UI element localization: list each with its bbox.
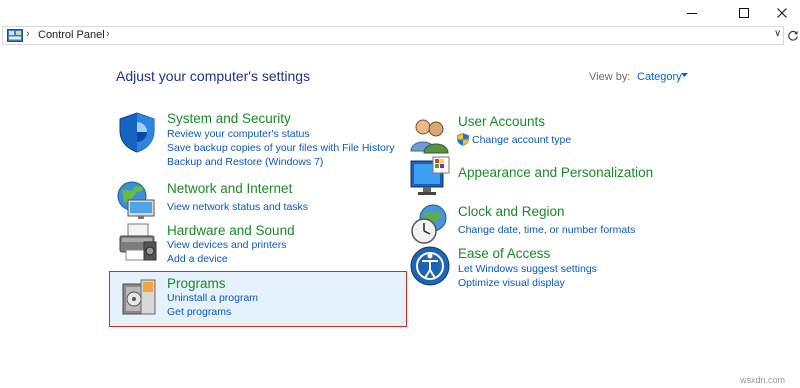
category-system-and-security[interactable]: System and Security [167, 111, 291, 126]
breadcrumb-separator-icon[interactable]: › [26, 28, 30, 40]
maximize-icon [739, 8, 749, 18]
printer-icon[interactable] [116, 222, 158, 264]
link-optimize-visual-display[interactable]: Optimize visual display [458, 277, 565, 289]
view-by-dropdown[interactable]: Category [637, 71, 682, 83]
window-titlebar [0, 0, 800, 26]
link-uninstall-program[interactable]: Uninstall a program [167, 292, 258, 304]
category-appearance-and-personalization[interactable]: Appearance and Personalization [458, 165, 653, 180]
link-add-device[interactable]: Add a device [167, 253, 228, 265]
link-change-date-formats[interactable]: Change date, time, or number formats [458, 224, 635, 236]
breadcrumb-control-panel[interactable]: Control Panel [38, 29, 105, 41]
watermark-text: wsxdn.com [740, 375, 786, 385]
address-bar[interactable]: › Control Panel › ∨ [2, 26, 784, 45]
maximize-button[interactable] [726, 0, 762, 26]
minimize-icon [687, 13, 697, 14]
network-globe-icon[interactable] [116, 178, 158, 220]
category-ease-of-access[interactable]: Ease of Access [458, 246, 550, 261]
link-backup-restore[interactable]: Backup and Restore (Windows 7) [167, 156, 323, 168]
programs-icon[interactable] [117, 276, 159, 318]
minimize-button[interactable] [674, 0, 710, 26]
category-hardware-and-sound[interactable]: Hardware and Sound [167, 223, 295, 238]
ease-of-access-icon[interactable] [409, 245, 451, 287]
breadcrumb-separator-icon[interactable]: › [106, 28, 110, 40]
control-panel-icon [7, 29, 23, 42]
refresh-button[interactable] [785, 27, 800, 44]
refresh-icon [787, 30, 798, 41]
link-get-programs[interactable]: Get programs [167, 306, 231, 318]
page-title: Adjust your computer's settings [116, 68, 311, 84]
user-accounts-icon[interactable] [409, 113, 451, 155]
appearance-monitor-icon[interactable] [409, 155, 451, 197]
category-clock-and-region[interactable]: Clock and Region [458, 204, 565, 219]
view-by-label: View by: [589, 71, 631, 83]
address-dropdown-icon[interactable]: ∨ [774, 28, 781, 39]
close-icon [777, 8, 787, 18]
category-network-and-internet[interactable]: Network and Internet [167, 181, 292, 196]
link-devices-printers[interactable]: View devices and printers [167, 239, 286, 251]
link-review-status[interactable]: Review your computer's status [167, 128, 310, 140]
shield-icon[interactable] [116, 111, 158, 153]
category-programs[interactable]: Programs [167, 276, 226, 291]
category-user-accounts[interactable]: User Accounts [458, 114, 545, 129]
uac-shield-icon [457, 133, 469, 146]
close-button[interactable] [764, 0, 800, 26]
link-file-history[interactable]: Save backup copies of your files with Fi… [167, 142, 395, 154]
link-windows-suggest-settings[interactable]: Let Windows suggest settings [458, 263, 597, 275]
link-network-status[interactable]: View network status and tasks [167, 201, 308, 213]
clock-globe-icon[interactable] [409, 203, 451, 245]
link-change-account-type[interactable]: Change account type [472, 134, 571, 146]
chevron-down-icon[interactable] [681, 73, 689, 79]
